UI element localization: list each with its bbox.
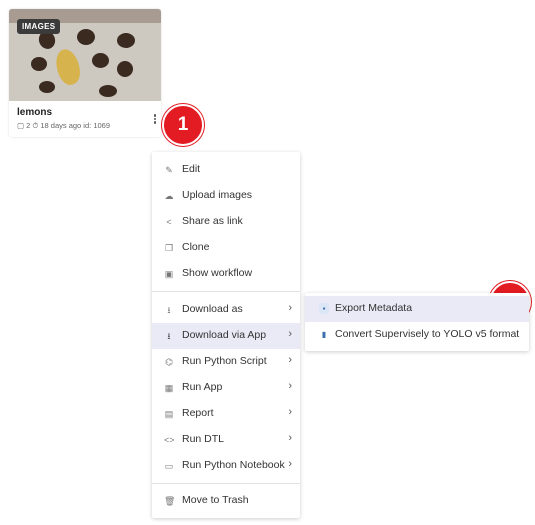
chevron-right-icon: › (288, 302, 292, 314)
menu-item-show-workflow[interactable]: ▣ Show workflow (152, 261, 300, 287)
download-icon: ⭳ (167, 331, 171, 341)
submenu-item-convert-to-yolo[interactable]: ▮ Convert Supervisely to YOLO v5 format (305, 322, 529, 348)
project-card[interactable]: IMAGES lemons ▢ 2 ⏱ 18 days ago id: 1069 (9, 9, 161, 137)
pencil-icon: ✎ (165, 165, 173, 175)
chevron-right-icon: › (288, 380, 292, 392)
menu-item-run-python-notebook[interactable]: ▭ Run Python Notebook › (152, 453, 300, 479)
project-title[interactable]: lemons (17, 107, 52, 118)
menu-divider (152, 483, 300, 484)
share-icon: < (166, 217, 172, 227)
menu-item-share-as-link[interactable]: < Share as link (152, 209, 300, 235)
code-icon: <> (164, 435, 175, 445)
menu-item-run-app[interactable]: ▦ Run App › (152, 375, 300, 401)
python-icon: ⌬ (165, 357, 173, 367)
trash-icon: 🗑 (164, 496, 176, 506)
apps-icon: ▦ (164, 383, 174, 393)
workflow-icon: ▣ (164, 269, 174, 279)
download-via-app-submenu: ▪ Export Metadata ▮ Convert Supervisely … (305, 293, 529, 351)
menu-item-move-to-trash[interactable]: 🗑 Move to Trash (152, 488, 300, 514)
more-options-icon[interactable] (152, 113, 158, 127)
chevron-right-icon: › (288, 458, 292, 470)
chevron-right-icon: › (288, 432, 292, 444)
menu-item-report[interactable]: ▤ Report › (152, 401, 300, 427)
download-icon: ⭳ (167, 305, 171, 315)
context-menu: ✎ Edit ☁ Upload images < Share as link ❐… (152, 152, 300, 518)
report-icon: ▤ (164, 409, 174, 419)
menu-item-download-as[interactable]: ⭳ Download as › (152, 297, 300, 323)
menu-item-clone[interactable]: ❐ Clone (152, 235, 300, 261)
menu-item-upload-images[interactable]: ☁ Upload images (152, 183, 300, 209)
menu-item-edit[interactable]: ✎ Edit (152, 157, 300, 183)
cloud-upload-icon: ☁ (164, 191, 174, 201)
notebook-icon: ▭ (164, 461, 174, 471)
menu-item-download-via-app[interactable]: ⭳ Download via App › (152, 323, 300, 349)
menu-item-run-python-script[interactable]: ⌬ Run Python Script › (152, 349, 300, 375)
document-icon: ▮ (321, 330, 327, 339)
menu-divider (152, 291, 300, 292)
clone-icon: ❐ (164, 243, 174, 253)
project-thumbnail: IMAGES (9, 9, 161, 101)
submenu-item-export-metadata[interactable]: ▪ Export Metadata (305, 296, 529, 322)
menu-item-run-dtl[interactable]: <> Run DTL › (152, 427, 300, 453)
chevron-right-icon: › (288, 406, 292, 418)
chevron-right-icon: › (288, 354, 292, 366)
project-meta: ▢ 2 ⏱ 18 days ago id: 1069 (17, 121, 110, 130)
app-icon: ▪ (319, 303, 329, 314)
callout-badge-1: 1 (162, 104, 204, 146)
chevron-right-icon: › (288, 328, 292, 340)
images-badge: IMAGES (17, 19, 61, 34)
